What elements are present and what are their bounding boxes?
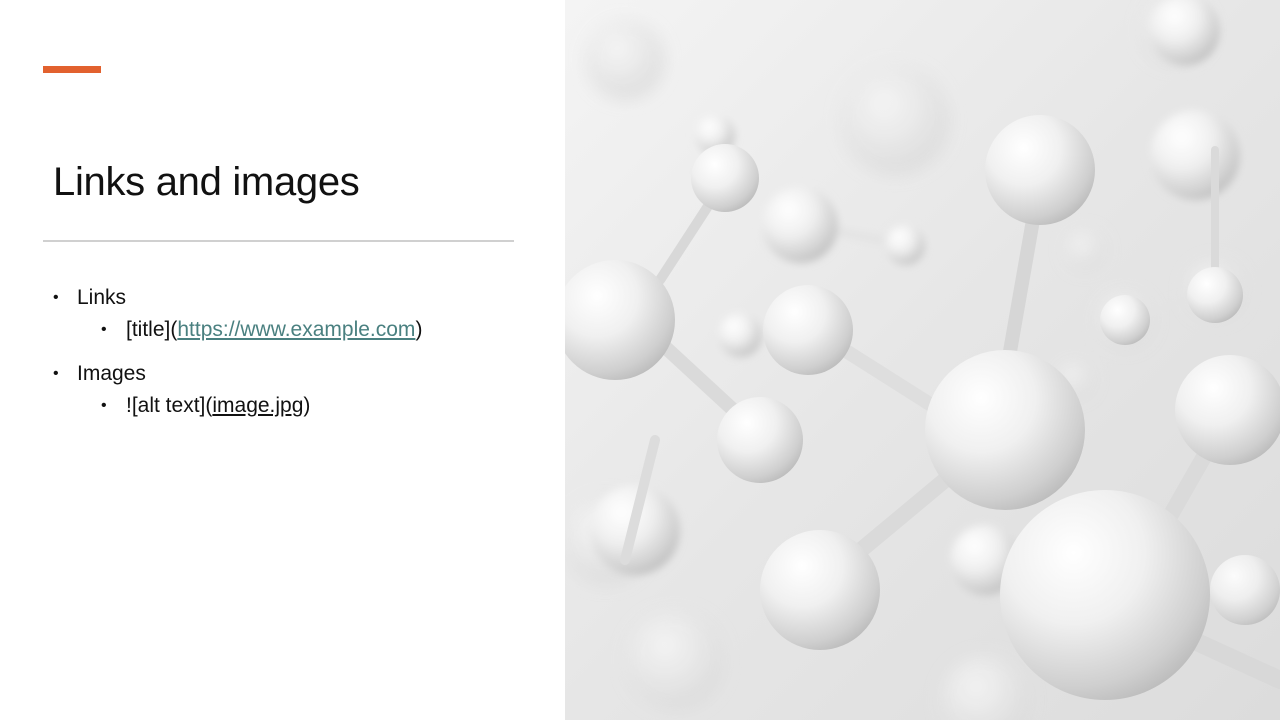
bullet-dot-icon: •	[53, 289, 59, 306]
image-filename-link[interactable]: image.jpg	[212, 394, 303, 417]
bullet-images[interactable]: • Images	[53, 360, 523, 388]
example-link[interactable]: https://www.example.com	[177, 318, 415, 341]
accent-bar	[43, 66, 101, 73]
bullet-dot-icon: •	[101, 321, 107, 338]
molecule-illustration	[565, 0, 1280, 720]
sub-bullet-image-syntax[interactable]: • ![alt text](image.jpg)	[53, 392, 523, 420]
title-divider	[43, 240, 514, 242]
syntax-prefix: [title](	[126, 318, 178, 341]
bullet-dot-icon: •	[101, 397, 107, 414]
syntax-prefix: ![alt text](	[126, 394, 213, 417]
bullet-label: Images	[77, 362, 146, 385]
slide: Links and images • Links • [title](https…	[0, 0, 1280, 720]
slide-title[interactable]: Links and images	[53, 160, 360, 205]
syntax-suffix: )	[303, 394, 311, 417]
bullet-links[interactable]: • Links	[53, 284, 523, 312]
molecule-image[interactable]	[565, 0, 1280, 720]
syntax-suffix: )	[415, 318, 423, 341]
bullet-list: • Links • [title](https://www.example.co…	[53, 284, 523, 436]
sub-bullet-link-syntax[interactable]: • [title](https://www.example.com)	[53, 316, 523, 344]
bullet-dot-icon: •	[53, 365, 59, 382]
bullet-label: Links	[77, 286, 127, 309]
